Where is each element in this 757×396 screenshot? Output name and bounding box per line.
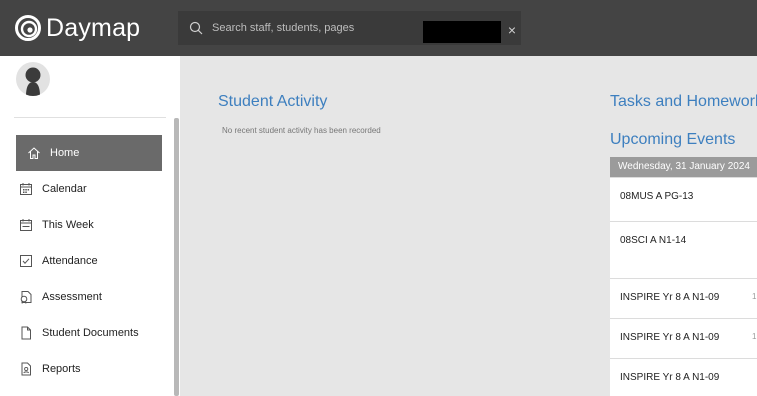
sidebar-item-calendar[interactable]: Calendar	[16, 171, 162, 207]
event-name: INSPIRE Yr 8 A N1-09	[620, 372, 720, 383]
daymap-logo-icon	[14, 14, 42, 42]
checkbox-icon	[18, 253, 34, 269]
event-detail: 1	[752, 292, 757, 301]
sidebar-item-attendance[interactable]: Attendance	[16, 243, 162, 279]
divider	[14, 117, 166, 118]
home-icon	[26, 145, 42, 161]
student-activity-title: Student Activity	[218, 93, 328, 110]
event-detail: 1	[752, 332, 757, 341]
top-bar: Daymap ×	[0, 0, 757, 56]
sidebar-scrollbar[interactable]	[174, 118, 179, 396]
assessment-icon	[18, 289, 34, 305]
event-name: INSPIRE Yr 8 A N1-09	[620, 332, 720, 343]
daymap-logo[interactable]: Daymap	[14, 12, 140, 44]
event-name: INSPIRE Yr 8 A N1-09	[620, 292, 720, 303]
sidebar-item-label: Assessment	[42, 291, 102, 303]
student-activity-empty-message: No recent student activity has been reco…	[222, 126, 381, 135]
sidebar-item-reports[interactable]: Reports	[16, 351, 162, 387]
event-item[interactable]: 08SCI A N1-14	[610, 221, 757, 278]
sidebar-item-this-week[interactable]: This Week	[16, 207, 162, 243]
event-item[interactable]: 08MUS A PG-13	[610, 177, 757, 221]
sidebar-item-student-documents[interactable]: Student Documents	[16, 315, 162, 351]
sidebar-item-label: Reports	[42, 363, 81, 375]
sidebar-item-label: This Week	[42, 219, 94, 231]
calendar-icon	[18, 181, 34, 197]
user-avatar-icon	[25, 67, 41, 96]
this-week-icon	[18, 217, 34, 233]
upcoming-events-list: Wednesday, 31 January 2024 08MUS A PG-13…	[610, 157, 757, 396]
event-item[interactable]: INSPIRE Yr 8 A N1-09 1	[610, 318, 757, 358]
close-icon[interactable]: ×	[504, 22, 520, 38]
redacted-block	[423, 21, 501, 43]
sidebar-item-assessment[interactable]: Assessment	[16, 279, 162, 315]
sidebar-item-label: Attendance	[42, 255, 98, 267]
tasks-homework-title[interactable]: Tasks and Homework	[610, 93, 757, 111]
app-name: Daymap	[46, 13, 141, 42]
avatar[interactable]	[16, 62, 50, 96]
search-input[interactable]	[212, 22, 392, 34]
report-icon	[18, 361, 34, 377]
sidebar-item-home[interactable]: Home	[16, 135, 162, 171]
document-icon	[18, 325, 34, 341]
events-date-header: Wednesday, 31 January 2024	[610, 157, 757, 177]
event-item[interactable]: INSPIRE Yr 8 A N1-09 1	[610, 278, 757, 318]
event-name: 08MUS A PG-13	[620, 191, 694, 202]
sidebar-item-label: Calendar	[42, 183, 87, 195]
sidebar: Home Calendar This Week Attendance Asses…	[0, 56, 180, 396]
sidebar-item-label: Student Documents	[42, 327, 139, 339]
event-name: 08SCI A N1-14	[620, 235, 687, 246]
upcoming-events-title[interactable]: Upcoming Events	[610, 131, 735, 149]
search-icon	[186, 18, 206, 38]
main-content: Student Activity No recent student activ…	[180, 56, 757, 396]
sidebar-item-label: Home	[50, 147, 80, 159]
event-item[interactable]: INSPIRE Yr 8 A N1-09	[610, 358, 757, 396]
